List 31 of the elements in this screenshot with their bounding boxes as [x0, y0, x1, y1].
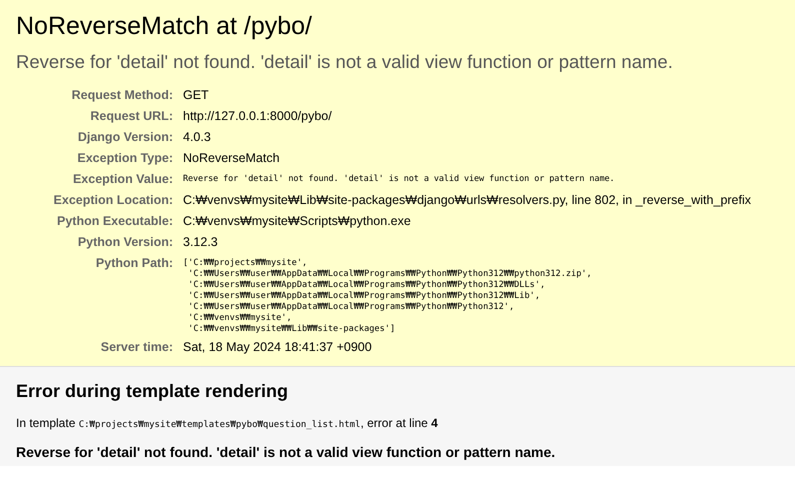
- meta-label: Python Executable:: [56, 213, 173, 230]
- section-heading: Error during template rendering: [16, 381, 290, 402]
- meta-label: Exception Value:: [72, 171, 173, 188]
- path-line: 'C:₩₩Users₩₩user₩₩AppData₩₩Local₩₩Programs₩₩Python₩₩Python312₩₩DLLs',: [187, 280, 546, 291]
- meta-label: Exception Type:: [76, 150, 173, 167]
- meta-label: Exception Location:: [52, 192, 173, 209]
- meta-label: Python Version:: [76, 234, 173, 251]
- meta-value: http://127.0.0.1:8000/pybo/: [183, 108, 333, 125]
- meta-value: NoReverseMatch: [183, 150, 281, 167]
- error-message: Reverse for 'detail' not found. 'detail' is not a valid view function or pattern name.: [16, 51, 674, 73]
- meta-label: Django Version:: [76, 129, 173, 146]
- path-line: 'C:₩₩venvs₩₩mysite₩₩Lib₩₩site-packages']: [187, 324, 396, 335]
- meta-value: Reverse for 'detail' not found. 'detail' is not a valid view function or pattern name.: [183, 173, 616, 186]
- path-line: ['C:₩₩projects₩₩mysite',: [183, 258, 308, 269]
- meta-value: C:₩venvs₩mysite₩Lib₩site-packages₩django₩urls₩resolvers.py, line 802, in _reverse_with_prefix: [183, 192, 752, 209]
- path-line: 'C:₩₩venvs₩₩mysite',: [187, 313, 293, 324]
- meta-value: GET: [183, 87, 210, 104]
- path-line: 'C:₩₩Users₩₩user₩₩AppData₩₩Local₩₩Programs₩₩Python₩₩Python312₩₩python312.zip',: [187, 269, 593, 280]
- meta-label: Request Method:: [70, 87, 173, 104]
- meta-label: Python Path:: [94, 255, 173, 272]
- meta-label: Server time:: [100, 339, 173, 356]
- meta-value: 3.12.3: [183, 234, 219, 251]
- meta-value: C:₩venvs₩mysite₩Scripts₩python.exe: [183, 213, 412, 230]
- meta-value: 4.0.3: [183, 129, 212, 146]
- page-title: NoReverseMatch at /pybo/: [16, 12, 313, 41]
- meta-label: Request URL:: [89, 108, 173, 125]
- template-error-message: Reverse for 'detail' not found. 'detail' is not a valid view function or pattern name.: [16, 444, 556, 460]
- meta-value: Sat, 18 May 2024 18:41:37 +0900: [183, 339, 373, 356]
- path-line: 'C:₩₩Users₩₩user₩₩AppData₩₩Local₩₩Programs₩₩Python₩₩Python312',: [187, 302, 516, 313]
- template-info: In template C:₩projects₩mysite₩templates₩pybo₩question_list.html, error at line 4: [16, 416, 439, 430]
- path-line: 'C:₩₩Users₩₩user₩₩AppData₩₩Local₩₩Programs₩₩Python₩₩Python312₩₩Lib',: [187, 291, 541, 302]
